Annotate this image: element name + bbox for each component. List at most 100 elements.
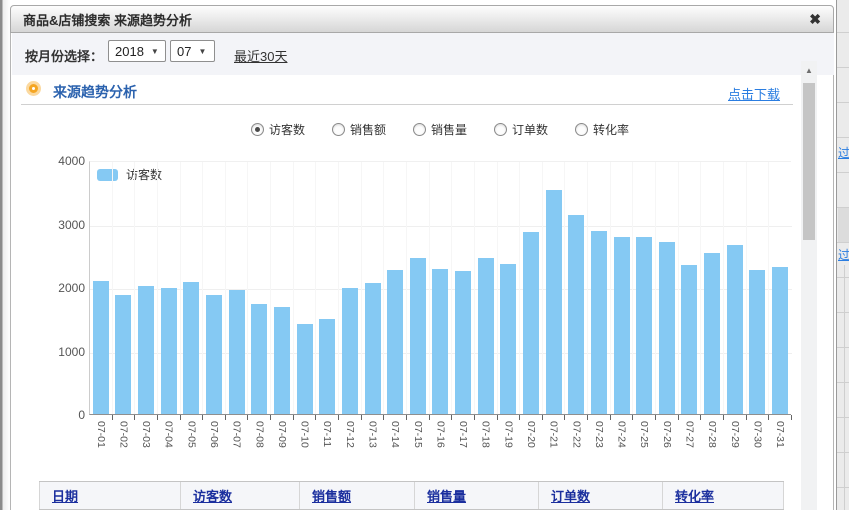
bar-07-11[interactable]: [319, 319, 335, 414]
chart-column-07-21: 07-21: [542, 162, 565, 414]
dialog-titlebar[interactable]: 商品&店铺搜索 来源趋势分析 ✖: [10, 5, 834, 33]
bar-07-30[interactable]: [749, 270, 765, 414]
year-select[interactable]: 2018 ▼: [108, 40, 166, 62]
radio-button-icon[interactable]: [332, 123, 345, 136]
bar-07-06[interactable]: [206, 295, 222, 414]
chevron-down-icon: ▼: [198, 47, 206, 56]
bar-07-26[interactable]: [659, 242, 675, 414]
chart-column-07-29: 07-29: [723, 162, 746, 414]
bar-07-04[interactable]: [161, 288, 177, 414]
x-tick-label: 07-17: [457, 421, 469, 448]
bar-07-25[interactable]: [636, 237, 652, 414]
sort-link-visitors[interactable]: 访客数: [193, 486, 232, 505]
chart-column-07-02: 07-02: [112, 162, 135, 414]
radio-button-icon[interactable]: [251, 123, 264, 136]
x-tick-label: 07-27: [683, 421, 695, 448]
chart-column-07-22: 07-22: [564, 162, 587, 414]
x-tick-label: 07-20: [525, 421, 537, 448]
chart-column-07-10: 07-10: [293, 162, 316, 414]
bar-07-10[interactable]: [297, 324, 313, 414]
bar-07-13[interactable]: [365, 283, 381, 414]
dialog-body: 按月份选择： 2018 ▼ 07 ▼ 最近30天 来源趋势分析 点击下载 访客数…: [10, 33, 834, 510]
bar-07-18[interactable]: [478, 258, 494, 414]
sort-link-sales-volume[interactable]: 销售量: [427, 486, 466, 505]
bar-07-05[interactable]: [183, 282, 199, 414]
chart-column-07-28: 07-28: [700, 162, 723, 414]
background-row-line: [837, 277, 849, 278]
sort-link-conversion[interactable]: 转化率: [675, 486, 714, 505]
bar-07-02[interactable]: [115, 295, 131, 414]
metric-radio-label: 销售量: [431, 121, 467, 138]
x-tick-label: 07-28: [706, 421, 718, 448]
bar-07-16[interactable]: [432, 269, 448, 414]
sort-link-orders[interactable]: 订单数: [551, 486, 590, 505]
bar-07-19[interactable]: [500, 264, 516, 414]
radio-button-icon[interactable]: [494, 123, 507, 136]
metric-radio-2[interactable]: 销售量: [413, 121, 467, 138]
x-tick-label: 07-09: [276, 421, 288, 448]
bar-07-24[interactable]: [614, 237, 630, 414]
background-row-line: [837, 487, 849, 488]
dialog-title: 商品&店铺搜索 来源趋势分析: [23, 10, 192, 29]
chart-column-07-18: 07-18: [474, 162, 497, 414]
metric-radio-label: 转化率: [593, 121, 629, 138]
x-tick-label: 07-18: [480, 421, 492, 448]
radio-button-icon[interactable]: [413, 123, 426, 136]
bar-07-20[interactable]: [523, 232, 539, 414]
bar-07-17[interactable]: [455, 271, 471, 414]
bar-07-29[interactable]: [727, 245, 743, 414]
dialog-source-trend: 商品&店铺搜索 来源趋势分析 ✖ 按月份选择： 2018 ▼ 07 ▼ 最近30…: [10, 5, 834, 510]
background-link-fragment: 过: [838, 246, 849, 263]
metric-radio-group: 访客数 销售额 销售量 订单数 转化率: [89, 121, 791, 138]
bar-07-12[interactable]: [342, 288, 358, 414]
download-link[interactable]: 点击下载: [728, 84, 780, 103]
scrollbar-thumb[interactable]: [803, 83, 815, 240]
bar-07-22[interactable]: [568, 215, 584, 414]
data-table: 日期 访客数 销售额 销售量 订单数 转化率: [39, 481, 784, 510]
chart-column-07-16: 07-16: [429, 162, 452, 414]
bar-07-21[interactable]: [546, 190, 562, 414]
radio-button-icon[interactable]: [575, 123, 588, 136]
bar-07-28[interactable]: [704, 253, 720, 414]
x-tick-label: 07-13: [367, 421, 379, 448]
bar-07-15[interactable]: [410, 258, 426, 414]
last-30-days-link[interactable]: 最近30天: [234, 46, 287, 65]
bar-07-03[interactable]: [138, 286, 154, 414]
x-tick-label: 07-11: [321, 421, 333, 447]
bar-07-27[interactable]: [681, 265, 697, 414]
month-select-value: 07: [177, 44, 191, 59]
table-header-conversion: 转化率: [663, 482, 784, 509]
y-tick-label: 2000: [39, 281, 85, 295]
chart-column-07-12: 07-12: [338, 162, 361, 414]
chart-column-07-24: 07-24: [610, 162, 633, 414]
vertical-scrollbar[interactable]: ▲ ▼: [801, 61, 817, 510]
chart-column-07-17: 07-17: [451, 162, 474, 414]
bar-07-09[interactable]: [274, 307, 290, 414]
x-tick-label: 07-16: [434, 421, 446, 448]
sort-link-date[interactable]: 日期: [52, 486, 78, 505]
bar-07-31[interactable]: [772, 267, 788, 414]
month-select[interactable]: 07 ▼: [170, 40, 215, 62]
sort-link-sales-amount[interactable]: 销售额: [312, 486, 351, 505]
x-tick-label: 07-07: [231, 421, 243, 448]
scroll-up-icon[interactable]: ▲: [801, 64, 817, 78]
background-row-line: [837, 172, 849, 173]
background-row-line: [837, 242, 849, 243]
close-icon[interactable]: ✖: [809, 12, 821, 26]
y-tick-label: 0: [39, 408, 85, 422]
y-tick-label: 4000: [39, 154, 85, 168]
metric-radio-4[interactable]: 转化率: [575, 121, 629, 138]
x-tick-label: 07-01: [95, 421, 107, 448]
chart-column-07-08: 07-08: [247, 162, 270, 414]
bar-07-07[interactable]: [229, 290, 245, 414]
metric-radio-3[interactable]: 订单数: [494, 121, 548, 138]
y-tick-label: 3000: [39, 218, 85, 232]
bar-07-14[interactable]: [387, 270, 403, 414]
bar-07-01[interactable]: [93, 281, 109, 414]
bar-07-23[interactable]: [591, 231, 607, 414]
x-tick-label: 07-14: [389, 421, 401, 448]
bar-07-08[interactable]: [251, 304, 267, 414]
metric-radio-0[interactable]: 访客数: [251, 121, 305, 138]
metric-radio-1[interactable]: 销售额: [332, 121, 386, 138]
chart-column-07-01: 07-01: [90, 162, 112, 414]
